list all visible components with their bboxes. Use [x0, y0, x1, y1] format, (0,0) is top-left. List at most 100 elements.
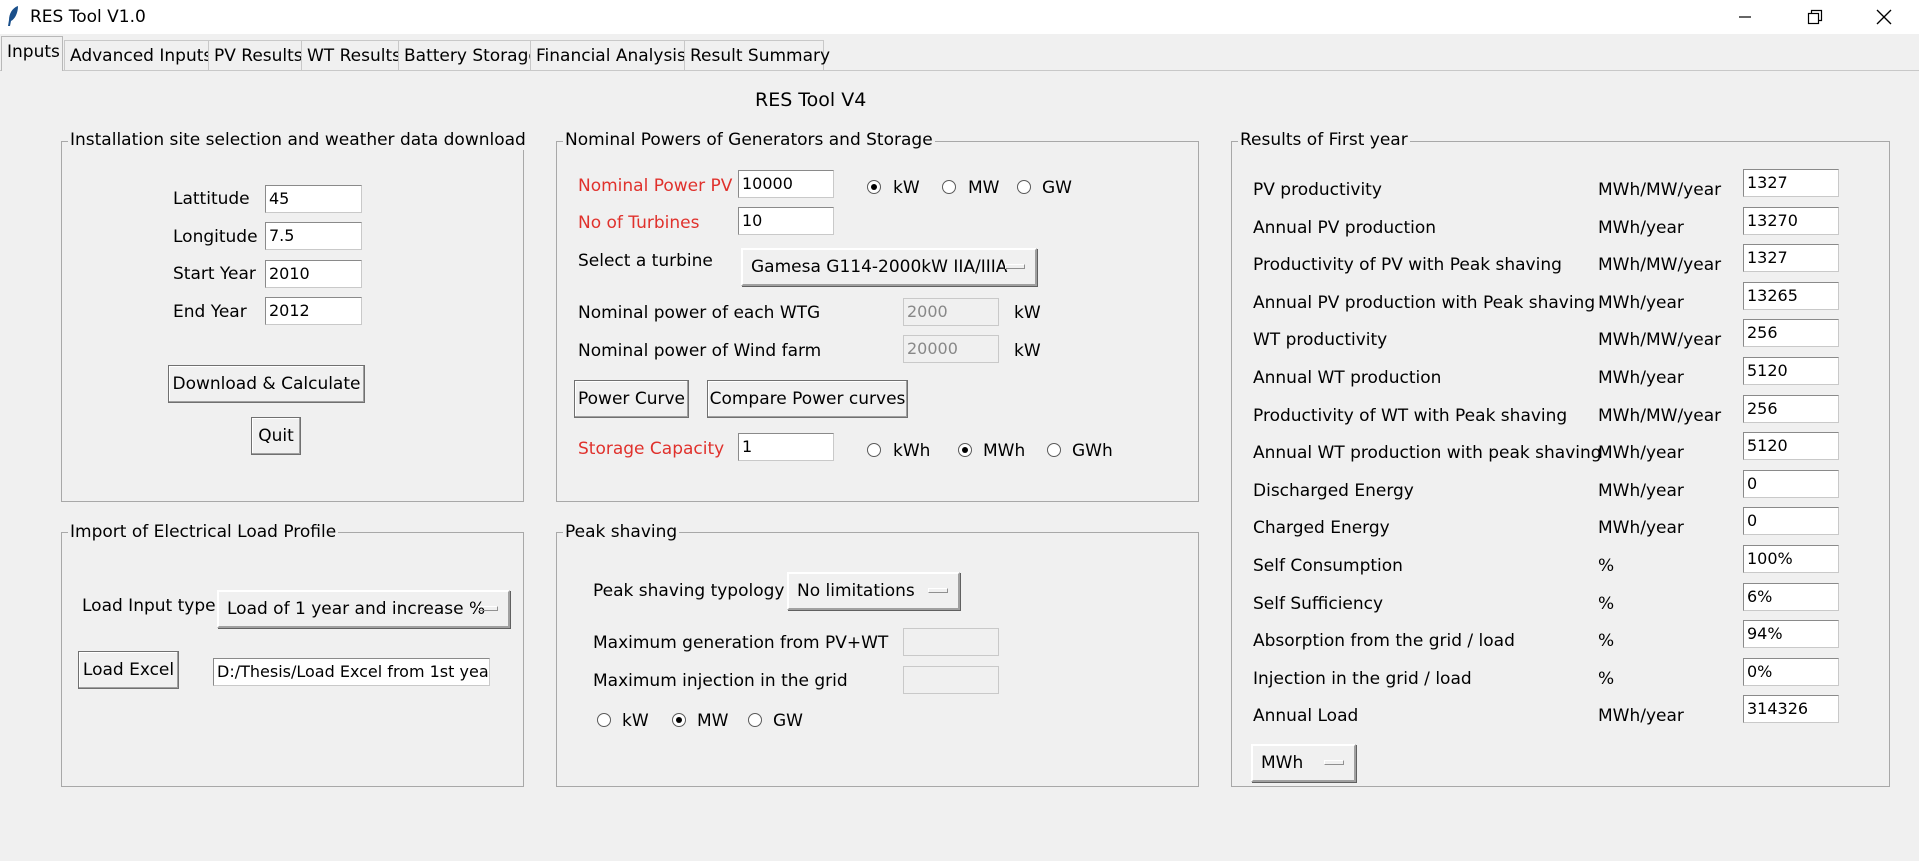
result-value-field[interactable]: 0 — [1743, 507, 1839, 536]
peak-typology-dropdown[interactable]: No limitations — [787, 572, 960, 610]
result-unit: % — [1598, 631, 1615, 652]
turbine-dropdown[interactable]: Gamesa G114-2000kW IIA/IIIA — [741, 248, 1037, 286]
latitude-label: Lattitude — [173, 189, 250, 209]
result-value-field[interactable]: 100% — [1743, 545, 1839, 573]
longitude-input[interactable]: 7.5 — [265, 222, 362, 250]
max-injection-label: Maximum injection in the grid — [593, 671, 848, 691]
window-title: RES Tool V1.0 — [30, 7, 146, 27]
powers-group-title: Nominal Powers of Generators and Storage — [563, 130, 935, 150]
result-label: Annual WT production — [1253, 368, 1442, 388]
max-generation-input — [903, 628, 999, 656]
pv-power-input[interactable]: 10000 — [738, 170, 834, 198]
start-year-input[interactable]: 2010 — [265, 260, 362, 288]
storage-label: Storage Capacity — [578, 439, 725, 459]
end-year-label: End Year — [173, 302, 247, 322]
load-input-type-dropdown[interactable]: Load of 1 year and increase % — [217, 590, 510, 628]
result-value-field[interactable]: 5120 — [1743, 432, 1839, 461]
result-value-field[interactable]: 94% — [1743, 620, 1839, 649]
load-excel-button[interactable]: Load Excel — [78, 651, 179, 689]
result-value-field[interactable]: 1327 — [1743, 244, 1839, 273]
quit-button[interactable]: Quit — [251, 417, 301, 455]
result-label: PV productivity — [1253, 180, 1382, 200]
tab-battery-storage[interactable]: Battery Storage — [398, 40, 539, 70]
load-path-input[interactable]: D:/Thesis/Load Excel from 1st year — [213, 658, 490, 686]
tab-inputs[interactable]: Inputs — [1, 36, 63, 71]
storage-unit-gwh-label: GWh — [1072, 441, 1113, 461]
result-label: Self Sufficiency — [1253, 593, 1384, 614]
close-button[interactable] — [1849, 0, 1919, 34]
end-year-input[interactable]: 2012 — [265, 297, 362, 325]
tab-advanced-inputs[interactable]: Advanced Inputs — [64, 40, 212, 70]
dropdown-indicator-icon — [1324, 760, 1344, 765]
result-unit: % — [1598, 556, 1615, 576]
pv-unit-gw-radio[interactable] — [1017, 180, 1031, 194]
peak-unit-mw-label: MW — [697, 711, 729, 731]
peak-typology-label: Peak shaving typology — [593, 581, 785, 601]
power-curve-button[interactable]: Power Curve — [574, 380, 689, 418]
peak-unit-mw-radio[interactable] — [672, 713, 686, 727]
tab-divider — [0, 70, 1919, 71]
pv-unit-gw-label: GW — [1042, 178, 1072, 198]
compare-power-curves-button[interactable]: Compare Power curves — [707, 380, 908, 418]
result-unit: MWh/year — [1598, 292, 1684, 313]
pv-unit-mw-label: MW — [968, 178, 1000, 198]
storage-input[interactable]: 1 — [738, 433, 834, 461]
each-wtg-unit: kW — [1014, 303, 1041, 323]
result-label: Self Consumption — [1253, 556, 1403, 576]
wind-farm-input: 20000 — [903, 335, 999, 363]
storage-unit-kwh-radio[interactable] — [867, 443, 881, 457]
load-group-title: Import of Electrical Load Profile — [68, 522, 339, 542]
dropdown-indicator-icon — [928, 588, 948, 593]
turbines-label: No of Turbines — [578, 213, 700, 233]
download-calculate-button[interactable]: Download & Calculate — [168, 365, 365, 403]
wind-farm-unit: kW — [1014, 341, 1041, 361]
result-label: Productivity of PV with Peak shaving — [1253, 255, 1562, 276]
result-value-field[interactable]: 13265 — [1743, 281, 1839, 310]
result-value-field[interactable]: 1327 — [1743, 169, 1839, 197]
result-value-field[interactable]: 6% — [1743, 582, 1839, 611]
app-heading: RES Tool V4 — [755, 89, 867, 111]
result-label: WT productivity — [1253, 330, 1388, 351]
start-year-label: Start Year — [173, 264, 256, 284]
peak-unit-kw-radio[interactable] — [597, 713, 611, 727]
tab-financial-analysis[interactable]: Financial Analysis — [530, 40, 686, 70]
site-group-title: Installation site selection and weather … — [68, 130, 528, 150]
tab-strip: Inputs Advanced Inputs PV Results WT Res… — [0, 35, 1919, 71]
minimize-icon — [1739, 16, 1751, 18]
result-unit: MWh/MW/year — [1598, 405, 1722, 426]
pv-unit-mw-radio[interactable] — [942, 180, 956, 194]
result-value-field[interactable]: 0 — [1743, 469, 1839, 498]
storage-unit-mwh-radio[interactable] — [958, 443, 972, 457]
result-label: Discharged Energy — [1253, 480, 1414, 501]
tab-result-summary[interactable]: Result Summary — [684, 40, 830, 70]
results-unit-dropdown[interactable]: MWh — [1251, 744, 1356, 782]
result-value-field[interactable]: 13270 — [1743, 206, 1839, 235]
max-generation-label: Maximum generation from PV+WT — [593, 633, 889, 653]
pv-unit-kw-radio[interactable] — [867, 180, 881, 194]
latitude-input[interactable]: 45 — [265, 185, 362, 213]
load-input-type-value: Load of 1 year and increase % — [227, 599, 486, 619]
tab-wt-results[interactable]: WT Results — [301, 40, 401, 70]
result-unit: MWh/year — [1598, 368, 1684, 388]
result-value-field[interactable]: 256 — [1743, 319, 1839, 348]
result-unit: MWh/MW/year — [1598, 180, 1722, 200]
storage-unit-gwh-radio[interactable] — [1047, 443, 1061, 457]
result-value-field[interactable]: 0% — [1743, 657, 1839, 686]
peak-unit-gw-radio[interactable] — [748, 713, 762, 727]
result-label: Annual PV production — [1253, 217, 1437, 238]
result-unit: MWh/year — [1598, 518, 1684, 539]
tab-pv-results[interactable]: PV Results — [208, 40, 303, 70]
result-label: Annual PV production with Peak shaving — [1253, 292, 1596, 313]
result-unit: % — [1598, 668, 1615, 689]
result-value-field[interactable]: 314326 — [1743, 695, 1839, 724]
feather-icon — [8, 6, 18, 26]
load-input-type-label: Load Input type — [82, 596, 216, 616]
restore-button[interactable] — [1780, 0, 1850, 34]
results-group — [1231, 141, 1890, 787]
result-value-field[interactable]: 256 — [1743, 394, 1839, 423]
storage-unit-mwh-label: MWh — [983, 441, 1026, 461]
turbines-input[interactable]: 10 — [738, 207, 834, 235]
minimize-button[interactable] — [1710, 0, 1780, 34]
result-value-field[interactable]: 5120 — [1743, 357, 1839, 385]
longitude-label: Longitude — [173, 227, 258, 247]
